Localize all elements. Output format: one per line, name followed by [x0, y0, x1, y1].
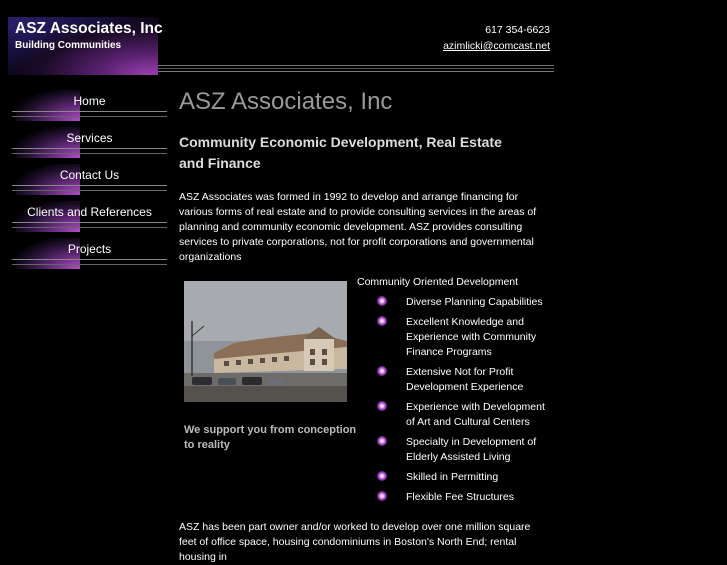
list-item: Flexible Fee Structures [377, 490, 552, 505]
nav-item-contact-us[interactable]: Contact Us [12, 164, 167, 201]
closing-paragraph: ASZ has been part owner and/or worked to… [179, 521, 531, 563]
header-divider [158, 65, 554, 72]
main-content: ASZ Associates, Inc Community Economic D… [179, 88, 549, 265]
phone-number: 617 354-6623 [485, 24, 550, 36]
list-item-text: Excellent Knowledge and Experience with … [406, 316, 537, 358]
nav-label[interactable]: Home [12, 94, 167, 108]
sidebar-nav: Home Services Contact Us Clients and Ref… [12, 90, 167, 275]
list-item: Specialty in Development of Elderly Assi… [377, 435, 552, 465]
list-item-text: Diverse Planning Capabilities [406, 296, 543, 308]
project-photo [184, 281, 347, 402]
list-item: Experience with Development of Art and C… [377, 400, 552, 430]
email-link[interactable]: azimlicki@comcast.net [443, 40, 550, 52]
bullet-icon [377, 436, 387, 446]
nav-item-home[interactable]: Home [12, 90, 167, 127]
page-title: ASZ Associates, Inc [179, 88, 393, 115]
nav-item-clients-and-references[interactable]: Clients and References [12, 201, 167, 238]
nav-divider [12, 185, 167, 191]
list-item-text: Experience with Development of Art and C… [406, 401, 545, 428]
list-item: Diverse Planning Capabilities [377, 295, 552, 310]
nav-item-projects[interactable]: Projects [12, 238, 167, 275]
page-subheading: Community Economic Development, Real Est… [179, 134, 502, 171]
list-item-text: Skilled in Permitting [406, 471, 499, 483]
photo-caption: We support you from conception to realit… [184, 424, 357, 451]
list-item: Extensive Not for Profit Development Exp… [377, 365, 552, 395]
list-item: Excellent Knowledge and Experience with … [377, 315, 552, 360]
bullet-icon [377, 316, 387, 326]
features-list: Diverse Planning Capabilities Excellent … [377, 295, 552, 510]
bullet-icon [377, 491, 387, 501]
nav-label[interactable]: Contact Us [12, 168, 167, 182]
bullet-icon [377, 366, 387, 376]
nav-divider [12, 111, 167, 117]
nav-divider [12, 222, 167, 228]
brand-tagline: Building Communities [15, 40, 122, 51]
features-heading: Community Oriented Development [357, 276, 519, 288]
nav-divider [12, 148, 167, 154]
bullet-icon [377, 471, 387, 481]
nav-label[interactable]: Clients and References [12, 205, 167, 219]
site-header: ASZ Associates, Inc Building Communities… [8, 17, 554, 75]
bullet-icon [377, 401, 387, 411]
list-item: Skilled in Permitting [377, 470, 552, 485]
brand-title: ASZ Associates, Inc [15, 20, 163, 37]
list-item-text: Flexible Fee Structures [406, 491, 514, 503]
nav-divider [12, 259, 167, 265]
bullet-icon [377, 296, 387, 306]
nav-label[interactable]: Services [12, 131, 167, 145]
intro-paragraph: ASZ Associates was formed in 1992 to dev… [179, 191, 537, 263]
nav-item-services[interactable]: Services [12, 127, 167, 164]
nav-label[interactable]: Projects [12, 242, 167, 256]
list-item-text: Specialty in Development of Elderly Assi… [406, 436, 537, 463]
list-item-text: Extensive Not for Profit Development Exp… [406, 366, 524, 393]
